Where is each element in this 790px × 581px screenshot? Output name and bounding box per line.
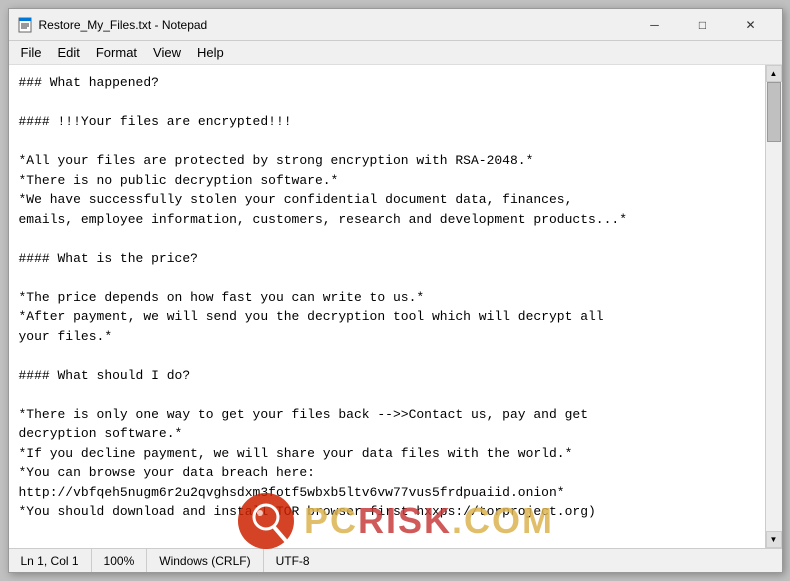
scroll-thumb[interactable] bbox=[767, 82, 781, 142]
close-button[interactable]: ✕ bbox=[728, 11, 774, 39]
app-icon bbox=[17, 17, 33, 33]
scroll-track[interactable] bbox=[766, 82, 782, 531]
maximize-button[interactable]: □ bbox=[680, 11, 726, 39]
status-bar: Ln 1, Col 1 100% Windows (CRLF) UTF-8 bbox=[9, 548, 782, 572]
scroll-up-button[interactable]: ▲ bbox=[766, 65, 782, 82]
status-encoding: UTF-8 bbox=[264, 549, 322, 572]
text-content[interactable]: ### What happened? #### !!!Your files ar… bbox=[9, 65, 765, 548]
status-zoom: 100% bbox=[92, 549, 148, 572]
window-title: Restore_My_Files.txt - Notepad bbox=[39, 18, 632, 32]
status-line-col: Ln 1, Col 1 bbox=[9, 549, 92, 572]
title-bar: Restore_My_Files.txt - Notepad ─ □ ✕ bbox=[9, 9, 782, 41]
menu-help[interactable]: Help bbox=[189, 43, 232, 62]
window-controls: ─ □ ✕ bbox=[632, 11, 774, 39]
menu-edit[interactable]: Edit bbox=[49, 43, 87, 62]
menu-bar: File Edit Format View Help bbox=[9, 41, 782, 65]
scrollbar[interactable]: ▲ ▼ bbox=[765, 65, 782, 548]
notepad-window: Restore_My_Files.txt - Notepad ─ □ ✕ Fil… bbox=[8, 8, 783, 573]
menu-file[interactable]: File bbox=[13, 43, 50, 62]
menu-view[interactable]: View bbox=[145, 43, 189, 62]
content-wrapper: ### What happened? #### !!!Your files ar… bbox=[9, 65, 782, 548]
menu-format[interactable]: Format bbox=[88, 43, 145, 62]
status-line-ending: Windows (CRLF) bbox=[147, 549, 263, 572]
scroll-down-button[interactable]: ▼ bbox=[766, 531, 782, 548]
minimize-button[interactable]: ─ bbox=[632, 11, 678, 39]
